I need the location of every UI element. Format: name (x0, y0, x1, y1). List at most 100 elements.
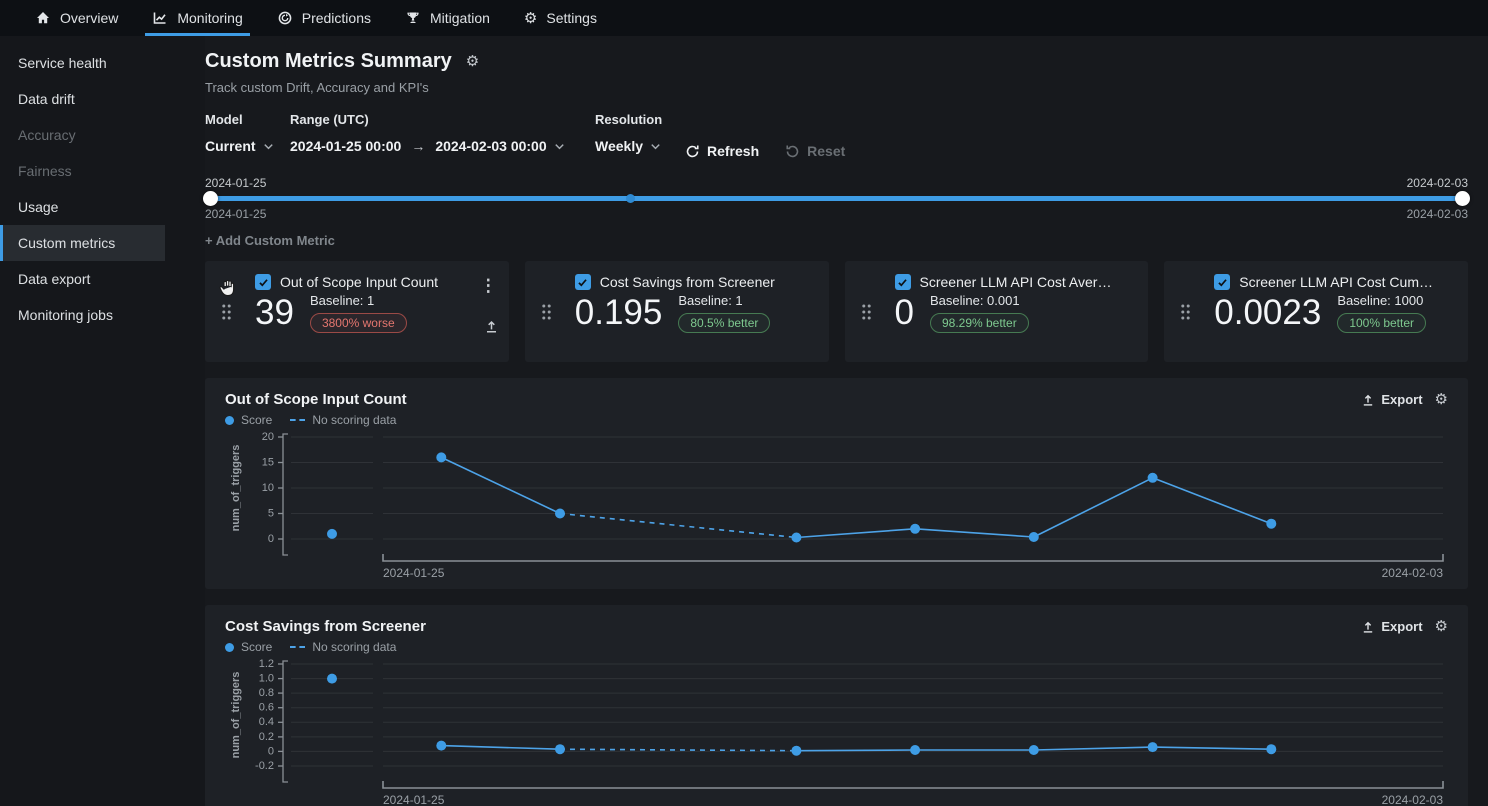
range-start: 2024-01-25 00:00 (290, 138, 401, 154)
export-label: Export (1381, 619, 1422, 634)
sidebar: Service health Data drift Accuracy Fairn… (0, 36, 205, 806)
sidebar-item-usage[interactable]: Usage (0, 189, 165, 225)
model-value: Current (205, 138, 256, 154)
page-settings-gear-icon[interactable]: ⚙ (466, 54, 479, 69)
svg-text:0.6: 0.6 (259, 702, 274, 714)
sidebar-item-label: Service health (18, 55, 107, 71)
line-chart-icon (152, 10, 168, 26)
reset-label: Reset (807, 143, 845, 159)
range-arrow: → (407, 138, 429, 154)
nav-item-predictions[interactable]: Predictions (260, 0, 388, 36)
date-range-slider: 2024-01-25 2024-02-03 2024-01-25 2024-02… (205, 176, 1468, 221)
metric-baseline: Baseline: 1 (310, 293, 407, 308)
chart-export-button[interactable]: Export (1361, 619, 1422, 634)
chart-legend: Score No scoring data (225, 640, 1448, 654)
gear-icon: ⚙ (524, 11, 537, 26)
metric-cards-row: Out of Scope Input Count 39 Baseline: 1 … (205, 261, 1468, 362)
resolution-select[interactable]: Weekly (595, 138, 685, 154)
score-dot-icon (225, 416, 234, 425)
sidebar-item-data-export[interactable]: Data export (0, 261, 165, 297)
metric-card-cost-savings: Cost Savings from Screener 0.195 Baselin… (525, 261, 829, 362)
metric-checkbox[interactable] (895, 274, 911, 290)
drag-handle-icon[interactable] (1180, 303, 1191, 320)
svg-text:1.2: 1.2 (259, 658, 274, 670)
metric-badge: 100% better (1337, 313, 1426, 333)
sidebar-item-monitoring-jobs[interactable]: Monitoring jobs (0, 297, 165, 333)
metric-card-title: Out of Scope Input Count (280, 274, 438, 290)
export-label: Export (1381, 392, 1422, 407)
predictions-icon (277, 10, 293, 26)
line-chart-cost-savings: -0.200.20.40.60.81.01.2num_of_triggers20… (225, 656, 1448, 806)
chart-export-button[interactable]: Export (1361, 392, 1422, 407)
trophy-icon (405, 10, 421, 26)
svg-text:20: 20 (262, 431, 274, 443)
drag-handle-icon[interactable] (221, 303, 232, 320)
no-scoring-dash-icon (290, 419, 305, 421)
svg-text:num_of_triggers: num_of_triggers (230, 445, 242, 532)
kebab-menu-icon[interactable]: ⋮ (480, 277, 497, 294)
controls-bar: Model Current Range (UTC) 2024-01-25 00:… (205, 112, 1468, 166)
range-select[interactable]: 2024-01-25 00:00 → 2024-02-03 00:00 (290, 138, 595, 154)
reset-button[interactable]: Reset (785, 143, 845, 159)
metric-baseline: Baseline: 1 (678, 293, 770, 308)
sidebar-item-label: Data drift (18, 91, 75, 107)
chevron-down-icon (262, 140, 275, 153)
sidebar-item-label: Data export (18, 271, 90, 287)
metric-checkbox[interactable] (255, 274, 271, 290)
resolution-value: Weekly (595, 138, 643, 154)
check-icon (897, 277, 908, 288)
metric-card-title: Screener LLM API Cost Cum… (1239, 274, 1433, 290)
sidebar-item-service-health[interactable]: Service health (0, 45, 165, 81)
chart-settings-gear-icon[interactable]: ⚙ (1435, 619, 1448, 634)
nav-item-monitoring[interactable]: Monitoring (135, 0, 259, 36)
slider-end-date-bottom: 2024-02-03 (1407, 207, 1468, 221)
slider-track[interactable] (205, 196, 1468, 201)
sidebar-item-data-drift[interactable]: Data drift (0, 81, 165, 117)
nav-item-settings[interactable]: ⚙ Settings (507, 0, 614, 36)
chart-settings-gear-icon[interactable]: ⚙ (1435, 392, 1448, 407)
home-icon (35, 10, 51, 26)
sidebar-item-fairness[interactable]: Fairness (0, 153, 165, 189)
svg-text:2024-02-03: 2024-02-03 (1382, 566, 1444, 580)
nav-label: Monitoring (177, 10, 242, 26)
metric-badge: 3800% worse (310, 313, 407, 333)
check-icon (577, 277, 588, 288)
slider-handle-right[interactable] (1455, 191, 1470, 206)
nav-item-overview[interactable]: Overview (18, 0, 135, 36)
refresh-button[interactable]: Refresh (685, 143, 759, 159)
svg-text:0.2: 0.2 (259, 731, 274, 743)
svg-text:0.8: 0.8 (259, 687, 274, 699)
metric-baseline: Baseline: 0.001 (930, 293, 1029, 308)
nav-label: Predictions (302, 10, 371, 26)
svg-text:2024-01-25: 2024-01-25 (383, 566, 445, 580)
score-dot-icon (225, 643, 234, 652)
metric-checkbox[interactable] (575, 274, 591, 290)
legend-nodata-label: No scoring data (312, 413, 396, 427)
slider-mid-marker[interactable] (626, 194, 635, 203)
model-select[interactable]: Current (205, 138, 290, 154)
drag-handle-icon[interactable] (861, 303, 872, 320)
svg-text:5: 5 (268, 507, 274, 519)
resolution-label: Resolution (595, 112, 685, 127)
metric-checkbox[interactable] (1214, 274, 1230, 290)
metric-card-llm-cost-cumulative: Screener LLM API Cost Cum… 0.0023 Baseli… (1164, 261, 1468, 362)
drag-handle-icon[interactable] (541, 303, 552, 320)
nav-item-mitigation[interactable]: Mitigation (388, 0, 507, 36)
metric-badge: 98.29% better (930, 313, 1029, 333)
reset-icon (785, 144, 800, 159)
add-custom-metric-link[interactable]: + Add Custom Metric (205, 233, 1468, 248)
svg-text:0: 0 (268, 745, 274, 757)
nav-label: Mitigation (430, 10, 490, 26)
card-export-icon[interactable] (484, 319, 499, 334)
metric-value: 39 (255, 294, 294, 333)
metric-card-llm-cost-average: Screener LLM API Cost Aver… 0 Baseline: … (845, 261, 1149, 362)
sidebar-item-accuracy[interactable]: Accuracy (0, 117, 165, 153)
slider-handle-left[interactable] (203, 191, 218, 206)
sidebar-item-custom-metrics[interactable]: Custom metrics (0, 225, 165, 261)
check-icon (258, 277, 269, 288)
svg-text:15: 15 (262, 456, 274, 468)
svg-text:num_of_triggers: num_of_triggers (230, 672, 242, 759)
svg-text:2024-02-03: 2024-02-03 (1382, 793, 1444, 806)
sidebar-item-label: Fairness (18, 163, 72, 179)
legend-nodata-label: No scoring data (312, 640, 396, 654)
